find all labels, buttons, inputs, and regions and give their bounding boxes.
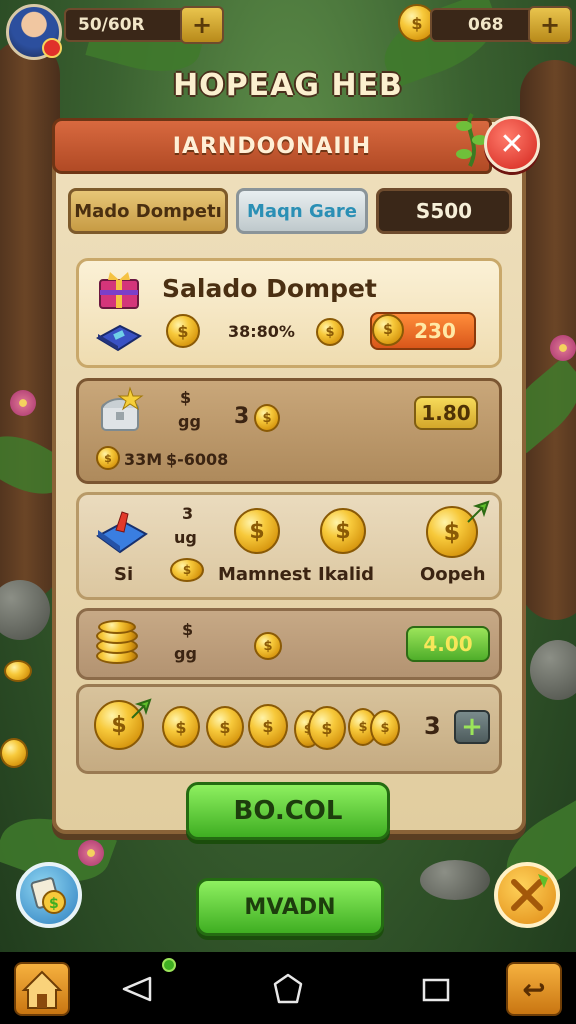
balance-display: S500 [376,188,512,234]
secondary-button[interactable]: MVADN [196,878,384,936]
currency-right-value: 068 [468,15,504,35]
price-button[interactable]: 4.00 [406,626,490,662]
coin-icon: $ [308,706,346,750]
coin-icon: $ [254,404,280,432]
svg-text:$: $ [49,896,59,912]
item-label: $ [180,388,192,407]
back-button[interactable]: ↩ [506,962,562,1016]
close-icon: ✕ [499,126,525,162]
coin [98,620,136,634]
tab-label: Maqn Gare [246,200,358,222]
coin-stack-icon [96,620,140,666]
tab-maqn-gare[interactable]: Maqn Gare [236,188,368,234]
primary-button[interactable]: BO.COL [186,782,390,840]
tab-label: Mado Dompetı [74,200,222,222]
panel-banner-title: IARNDOONAIIH [172,133,372,159]
coin-icon: $ [162,706,200,748]
close-button[interactable]: ✕ [484,116,540,172]
plus-icon: + [539,11,561,39]
nav-home-icon[interactable] [272,972,304,1006]
item-sublabel: ug [174,528,197,547]
balance-value: S500 [415,199,473,223]
item-label-si: Si [114,564,134,585]
rock [530,640,576,700]
item-label-b: Ikalid [318,564,375,585]
coin-icon: $ [320,508,366,554]
price-value: 1.80 [421,401,471,425]
price-button[interactable]: 1.80 [414,396,478,430]
arrow-up-icon [467,500,490,523]
coin-icon: $ [166,314,200,348]
shop-button[interactable]: $ [16,862,82,928]
add-currency-left-button[interactable]: + [180,6,224,44]
coin-icon: $ [370,710,400,746]
coin-icon: $ [96,446,120,470]
item-count: 3 [424,712,441,740]
add-currency-right-button[interactable]: + [528,6,572,44]
notification-badge [42,38,62,58]
nav-back-icon[interactable] [120,974,156,1004]
item-label: 3 [182,504,194,523]
item-sublabel: gg [174,644,197,663]
plus-icon: + [191,11,213,39]
item-label-c: Oopeh [420,564,486,585]
shop-icon: $ [30,877,66,914]
item-label: $ [182,620,194,639]
home-button[interactable] [14,962,70,1016]
tab-mado-dompeti[interactable]: Mado Dompetı [68,188,228,234]
item-title: Salado Dompet [162,274,377,303]
coin-icon: $ [234,508,280,554]
spin-wheel-icon [511,874,548,911]
house-icon [21,970,63,1009]
currency-left-value: 50/60R [78,15,145,35]
coin-icon: $ [316,318,344,346]
coin-icon: $ [372,314,404,346]
screen-title: HOPEAG HEB [173,68,403,103]
arrow-up-icon [131,698,152,719]
blue-gem-icon [96,511,148,554]
panel-banner: IARNDOONAIIH [52,118,492,174]
item-sublabel: gg [178,412,201,431]
plus-icon: + [461,712,483,742]
price-value: 4.00 [423,632,473,656]
currency-counter-right: 068 [430,8,536,42]
flower [550,335,576,361]
flower [10,390,36,416]
coin-icon: $ [254,632,282,660]
currency-counter-left: 50/60R [64,8,194,42]
item-label-a: Mamnest [218,564,312,585]
book-icon [96,324,142,352]
coin-icon: $ [206,706,244,748]
item-count: 3 [234,404,250,429]
spin-button[interactable] [494,862,560,928]
rock [420,860,490,900]
tree-trunk-left [0,40,60,600]
ground-coin [4,660,32,682]
coin-icon: $ [248,704,288,748]
add-button[interactable]: + [454,710,490,744]
ground-coin [0,738,28,768]
item-detail-value: $-6008 [166,450,229,469]
price-value: 230 [414,319,456,343]
flower [78,840,104,866]
gift-box-icon [99,272,139,309]
return-arrow-icon: ↩ [522,972,546,1006]
notification-dot [162,958,176,972]
item-amount: 38:80% [228,322,295,341]
nav-recents-icon[interactable] [420,976,452,1004]
item-detail: 33M [124,450,163,469]
coin-icon: $ [170,558,204,582]
secondary-button-label: MVADN [244,894,336,920]
treasure-chest-icon [101,386,144,431]
primary-button-label: BO.COL [233,796,343,826]
